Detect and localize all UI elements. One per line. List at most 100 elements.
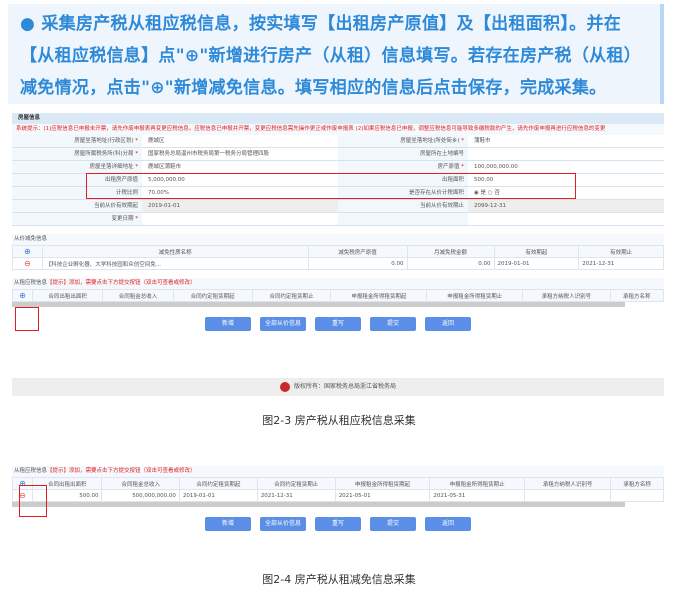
relief-section-title: 从价减免信息 <box>12 234 664 245</box>
national-emblem-icon <box>279 381 290 392</box>
required-mark: * <box>133 138 138 144</box>
col-header: 申报租金所得租赁期起 <box>330 289 428 302</box>
back-button[interactable]: 返回 <box>425 317 471 331</box>
field-input: 2019-01-01 <box>142 200 338 212</box>
required-mark: * <box>459 164 464 170</box>
field-label: 当前从价有效期起 <box>12 200 142 212</box>
field-input[interactable] <box>142 213 338 225</box>
col-header: 月减免税金额 <box>406 245 495 258</box>
add-relief-button[interactable]: ⊕ <box>12 245 43 258</box>
plus-circle-icon: ⊕ <box>19 291 26 300</box>
cell: 2021-05-01 <box>334 489 431 502</box>
rent-table: ⊕ 合同出租出面积 合同租金总收入 合同约定租赁期起 合同约定租赁期止 申报租金所得租赁期… <box>12 289 665 302</box>
callout-line: 【从租应税信息】点"⊕"新增进行房产（从租）信息填写。若存在房产税（从租） <box>20 46 642 66</box>
col-header: 申报租金所得租赁期起 <box>334 477 431 490</box>
add-button[interactable]: 新增 <box>205 517 251 531</box>
col-header: 承租方名称 <box>610 477 664 490</box>
cell: 2019-01-01 <box>493 257 580 270</box>
field-label: 房屋所在土地编号 <box>338 148 468 160</box>
field-label: 房屋坐落地址(所处街乡) * <box>338 135 468 147</box>
submit-button[interactable]: 提交 <box>370 317 416 331</box>
col-header: 合同约定租赁期起 <box>178 477 258 490</box>
field-label: 房产原值 * <box>338 161 468 173</box>
figure-caption: 图2-4 房产税从租减免信息采集 <box>262 573 416 586</box>
col-header: 申报租金所得租赁期止 <box>429 477 525 490</box>
col-header: 承租方名称 <box>609 289 665 302</box>
required-mark: * <box>133 216 138 222</box>
reset-button[interactable]: 重写 <box>315 317 361 331</box>
remove-relief-button[interactable]: ⊖ <box>12 257 43 270</box>
rent-section-title: 从租应税信息【提示】添加，需要点击下方提交按钮（双击可查看或修改） <box>12 466 664 477</box>
field-input[interactable]: 100,000,000.00 <box>468 161 664 173</box>
col-header: 有效期起 <box>493 245 580 258</box>
horizontal-scrollbar[interactable] <box>12 302 625 307</box>
hint-text: 【提示】添加，需要点击下方提交按钮（双击可查看或修改） <box>47 468 196 474</box>
col-header: 减免性质名称 <box>41 245 309 258</box>
field-label: 房屋坐落详细地址 * <box>12 161 142 173</box>
label-text: 变更日期 <box>111 216 134 222</box>
col-header: 承租方纳税人识别号 <box>523 477 612 490</box>
field-input[interactable]: 鹿城区 <box>142 135 338 147</box>
field-input[interactable] <box>468 148 664 160</box>
system-warning: 系统提示：(1)应税信息已申报未开票，请先作废申报表再变更应税信息。应税信息已申… <box>12 124 664 135</box>
col-header: 减免税房产原值 <box>307 245 408 258</box>
all-property-info-button[interactable]: 全部从价信息 <box>260 517 306 531</box>
label-text: 房屋坐落地址(所处街乡) <box>400 138 460 144</box>
field-label <box>338 213 468 225</box>
label-text: 房屋所在土地编号 <box>419 151 464 157</box>
horizontal-scrollbar[interactable] <box>12 502 625 507</box>
field-input: 2099-12-31 <box>468 200 664 212</box>
action-buttons: 新增 全部从价信息 重写 提交 返回 <box>12 317 664 331</box>
hint-text: 【提示】添加，需要点击下方提交按钮（双击可查看或修改） <box>47 280 196 286</box>
col-header: 有效期止 <box>578 245 664 258</box>
cell: 2021-05-31 <box>429 489 525 502</box>
table-row[interactable]: ⊖ 500.00 500,000,000.00 2019-01-01 2021-12-3… <box>12 489 664 502</box>
cell: 2019-01-01 <box>178 489 258 502</box>
field-label: 当前从价有效期止 <box>338 200 468 212</box>
col-header: 合同约定租赁期止 <box>256 477 336 490</box>
col-header: 合同租金总收入 <box>101 477 180 490</box>
section-title: 从租应税信息 <box>14 280 48 286</box>
table-row[interactable]: ⊖ 【科技企业孵化器、大学科技园和众创空间免... 0.00 0.00 2019… <box>12 257 664 270</box>
field-input[interactable] <box>468 213 664 225</box>
label-text: 当前从价有效期止 <box>419 203 464 209</box>
plus-circle-icon: ⊕ <box>24 247 31 256</box>
cell: 2021-12-31 <box>256 489 336 502</box>
label-text: 房产原值 <box>437 164 460 170</box>
label-text: 房屋坐落地址(行政区划) <box>74 138 134 144</box>
label-text: 房屋所属税务所(科)分局 <box>74 151 134 157</box>
field-label: 房屋所属税务所(科)分局 * <box>12 148 142 160</box>
copyright-text: 版权所有：国家税务总局浙江省税务局 <box>293 383 396 390</box>
site-footer: 版权所有：国家税务总局浙江省税务局 <box>12 378 664 396</box>
highlight-box <box>15 307 39 331</box>
col-header: 合同约定租赁期止 <box>251 289 332 302</box>
add-button[interactable]: 新增 <box>205 317 251 331</box>
form-row: 变更日期 * <box>12 213 664 226</box>
required-mark: * <box>133 151 138 157</box>
reset-button[interactable]: 重写 <box>315 517 361 531</box>
instruction-callout: ● 采集房产税从租应税信息，按实填写【出租房产原值】及【出租面积】。并在 【从租… <box>8 4 664 104</box>
relief-table: ⊕ 减免性质名称 减免税房产原值 月减免税金额 有效期起 有效期止 ⊖ 【科技企… <box>12 245 664 270</box>
cell: 0.00 <box>307 257 408 270</box>
field-input[interactable]: 鹿城区蒲鞋市 <box>142 161 338 173</box>
callout-line: 减免情况，点击"⊕"新增减免信息。填写相应的信息后点击保存，完成采集。 <box>20 78 607 98</box>
submit-button[interactable]: 提交 <box>370 517 416 531</box>
col-header: 合同出租出面积 <box>31 289 104 302</box>
back-button[interactable]: 返回 <box>425 517 471 531</box>
field-input[interactable]: 蒲鞋市 <box>468 135 664 147</box>
required-mark: * <box>133 164 138 170</box>
panel-title: 房屋信息 <box>12 113 664 124</box>
label-text: 房屋坐落详细地址 <box>89 164 134 170</box>
cell <box>610 489 664 502</box>
col-header: 承租方纳税人识别号 <box>522 289 611 302</box>
cell: 500,000,000.00 <box>101 489 180 502</box>
callout-line: ● 采集房产税从租应税信息，按实填写【出租房产原值】及【出租面积】。并在 <box>20 14 622 34</box>
rent-section-title: 从租应税信息【提示】添加，需要点击下方提交按钮（双击可查看或修改） <box>12 278 664 289</box>
field-label: 变更日期 * <box>12 213 142 225</box>
all-property-info-button[interactable]: 全部从价信息 <box>260 317 306 331</box>
form-row: 房屋坐落地址(行政区划) * 鹿城区 房屋坐落地址(所处街乡) * 蒲鞋市 <box>12 135 664 148</box>
section-title: 从租应税信息 <box>14 468 48 474</box>
form-row: 当前从价有效期起 2019-01-01 当前从价有效期止 2099-12-31 <box>12 200 664 213</box>
add-rent-button[interactable]: ⊕ <box>12 289 33 302</box>
field-input[interactable]: 国家税务总局温州市税务局第一税务分局管理四股 <box>142 148 338 160</box>
